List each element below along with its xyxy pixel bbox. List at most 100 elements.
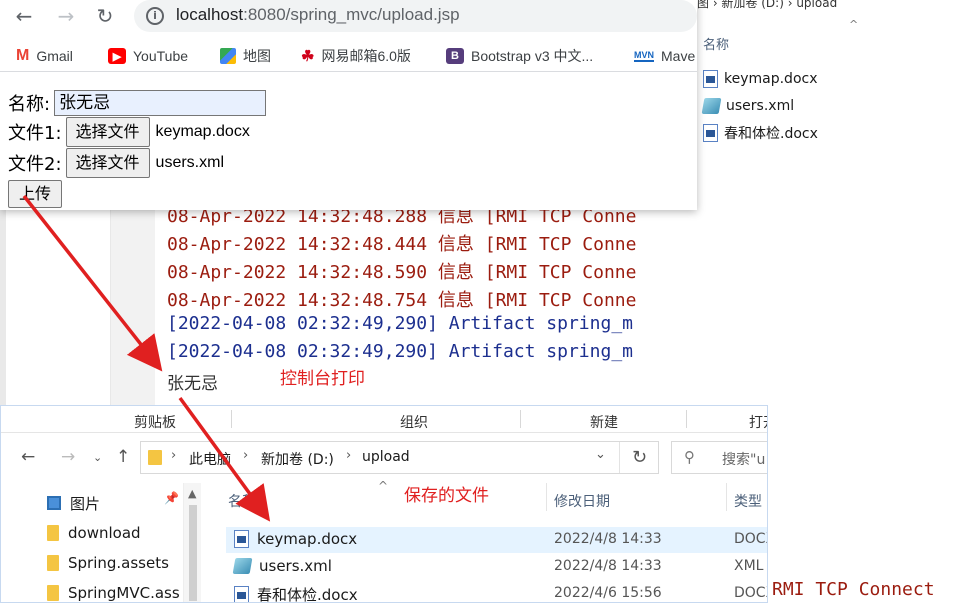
upload-submit-button[interactable]: 上传 <box>8 180 63 208</box>
file2-row: 文件2: 选择文件 users.xml <box>8 148 224 178</box>
gmail-icon: M <box>16 47 30 64</box>
back-arrow-icon[interactable]: ← <box>12 4 36 28</box>
recent-locations-icon[interactable]: ⌄ <box>93 451 102 464</box>
file1-row: 文件1: 选择文件 keymap.docx <box>8 117 250 147</box>
path-segment[interactable]: 此电脑 <box>189 449 231 469</box>
console-log-line: 08-Apr-2022 14:32:48.590 信息 [RMI TCP Con… <box>167 262 637 283</box>
bookmark-maven[interactable]: MVN Mave <box>634 44 695 68</box>
word-doc-icon <box>703 124 718 142</box>
file1-label: 文件1: <box>8 123 62 144</box>
column-separator[interactable] <box>546 483 547 511</box>
choose-file2-button[interactable]: 选择文件 <box>65 148 150 178</box>
file-row[interactable]: 春和体检.docx 2022/4/6 15:56 DOCX <box>226 581 767 602</box>
folder-icon <box>47 525 59 541</box>
file-date: 2022/4/8 14:33 <box>554 558 662 574</box>
background-column-name[interactable]: 名称 <box>703 34 729 53</box>
chevron-down-icon[interactable]: ⌄ <box>595 447 606 462</box>
search-icon: ⚲ <box>684 448 695 466</box>
file-list-pane: ^ 名称 修改日期 类型 keymap.docx 2022/4/8 14:33 … <box>206 479 767 602</box>
column-header-date[interactable]: 修改日期 <box>554 491 610 511</box>
bookmark-netease-mail[interactable]: ☘ 网易邮箱6.0版 <box>301 44 411 68</box>
back-arrow-icon[interactable]: ← <box>21 447 35 467</box>
name-input[interactable]: 张无忌 <box>54 90 267 116</box>
file-date: 2022/4/6 15:56 <box>554 585 662 601</box>
file-type: DOCX <box>734 585 767 601</box>
name-label: 名称: <box>8 94 51 115</box>
word-doc-icon <box>234 530 249 548</box>
background-breadcrumb: 图 › 新加卷 (D:) › upload <box>697 0 838 10</box>
navpane-scrollbar[interactable]: ▲ <box>183 483 201 602</box>
background-file-item[interactable]: keymap.docx <box>703 67 818 91</box>
ribbon-separator <box>686 410 687 428</box>
explorer-ribbon: 剪贴板 组织 新建 打开 <box>1 406 767 433</box>
console-output-text: 张无忌 <box>167 374 218 394</box>
file-row[interactable]: users.xml 2022/4/8 14:33 XML <box>226 554 767 580</box>
ribbon-new[interactable]: 新建 <box>590 412 618 432</box>
nav-item-pictures[interactable]: 图片 <box>47 490 100 516</box>
up-arrow-icon[interactable]: ↑ <box>116 447 130 467</box>
ribbon-open[interactable]: 打开 <box>749 412 767 432</box>
netease-mail-icon: ☘ <box>301 48 315 65</box>
pin-icon[interactable]: 📌 <box>164 491 179 505</box>
info-icon[interactable]: i <box>146 7 164 25</box>
bookmark-bootstrap[interactable]: B Bootstrap v3 中文... <box>446 44 593 68</box>
background-file-item[interactable]: 春和体检.docx <box>703 121 818 145</box>
column-header-name[interactable]: 名称 <box>228 491 256 511</box>
console-log-line: RMI TCP Connect <box>772 579 935 600</box>
console-log-line: 08-Apr-2022 14:32:48.444 信息 [RMI TCP Con… <box>167 234 637 255</box>
url-text[interactable]: localhost:8080/spring_mvc/upload.jsp <box>176 5 460 25</box>
folder-icon <box>47 555 59 571</box>
sort-caret-icon: ^ <box>378 479 389 493</box>
chevron-right-icon[interactable]: › <box>243 448 248 463</box>
console-log-line: 08-Apr-2022 14:32:48.754 信息 [RMI TCP Con… <box>167 290 637 311</box>
xml-file-icon <box>701 98 722 114</box>
sort-caret-icon: ^ <box>849 18 859 31</box>
file2-label: 文件2: <box>8 154 62 175</box>
file-name: users.xml <box>259 557 332 575</box>
file-row[interactable]: keymap.docx 2022/4/8 14:33 DOCX <box>226 527 767 553</box>
pictures-icon <box>47 496 61 510</box>
path-segment[interactable]: 新加卷 (D:) <box>261 449 334 469</box>
chevron-right-icon[interactable]: › <box>171 448 176 463</box>
file-explorer-window: 剪贴板 组织 新建 打开 ← → ⌄ ↑ › 此电脑 › 新加卷 (D:) › … <box>0 405 768 603</box>
nav-item-spring-assets[interactable]: Spring.assets <box>47 550 169 576</box>
bookmark-gmail[interactable]: M Gmail <box>16 44 73 68</box>
background-file-name: users.xml <box>726 98 795 114</box>
ribbon-clipboard[interactable]: 剪贴板 <box>134 412 176 432</box>
file-name: keymap.docx <box>257 530 358 548</box>
scrollbar-thumb[interactable] <box>189 505 197 601</box>
address-bar[interactable]: i localhost:8080/spring_mvc/upload.jsp <box>134 0 697 32</box>
search-input[interactable]: ⚲ 搜索"u <box>671 441 767 474</box>
editor-left-sliver <box>0 210 110 410</box>
bookmark-maps[interactable]: 地图 <box>220 44 271 68</box>
forward-arrow-icon[interactable]: → <box>61 447 75 467</box>
nav-item-springmvc-assets[interactable]: SpringMVC.ass <box>47 580 180 602</box>
path-segment[interactable]: upload <box>362 449 410 465</box>
background-file-name: keymap.docx <box>724 71 818 87</box>
background-file-item[interactable]: users.xml <box>701 94 795 118</box>
ribbon-organize[interactable]: 组织 <box>400 412 428 432</box>
file-type: DOCX <box>734 531 767 547</box>
nav-item-download[interactable]: download <box>47 520 141 546</box>
explorer-nav-row: ← → ⌄ ↑ › 此电脑 › 新加卷 (D:) › upload ⌄ ↻ ⚲ … <box>1 433 767 481</box>
forward-arrow-icon[interactable]: → <box>54 4 78 28</box>
reload-icon[interactable]: ↻ <box>93 4 117 28</box>
console-strip: RMI TCP Connect <box>768 578 956 603</box>
ribbon-separator <box>231 410 232 428</box>
bookmarks-bar: M Gmail ▶ YouTube 地图 ☘ 网易邮箱6.0版 B Bootst… <box>0 40 697 72</box>
column-header-type[interactable]: 类型 <box>734 491 762 511</box>
chevron-up-icon[interactable]: ▲ <box>188 487 196 500</box>
folder-icon <box>47 585 59 601</box>
console-panel: 08-Apr-2022 14:32:48.288 信息 [RMI TCP Con… <box>110 200 682 406</box>
address-path-box[interactable]: › 此电脑 › 新加卷 (D:) › upload ⌄ ↻ <box>140 441 659 474</box>
choose-file1-button[interactable]: 选择文件 <box>65 117 150 147</box>
folder-icon <box>148 450 162 465</box>
browser-toolbar: ← → ↻ i localhost:8080/spring_mvc/upload… <box>0 0 697 36</box>
bookmark-youtube[interactable]: ▶ YouTube <box>108 44 188 68</box>
background-explorer-window: 图 › 新加卷 (D:) › upload ^ 名称 keymap.docx u… <box>697 0 956 210</box>
refresh-icon[interactable]: ↻ <box>619 442 659 473</box>
chevron-right-icon[interactable]: › <box>346 448 351 463</box>
file-date: 2022/4/8 14:33 <box>554 531 662 547</box>
file-type: XML <box>734 558 764 574</box>
column-separator[interactable] <box>726 483 727 511</box>
